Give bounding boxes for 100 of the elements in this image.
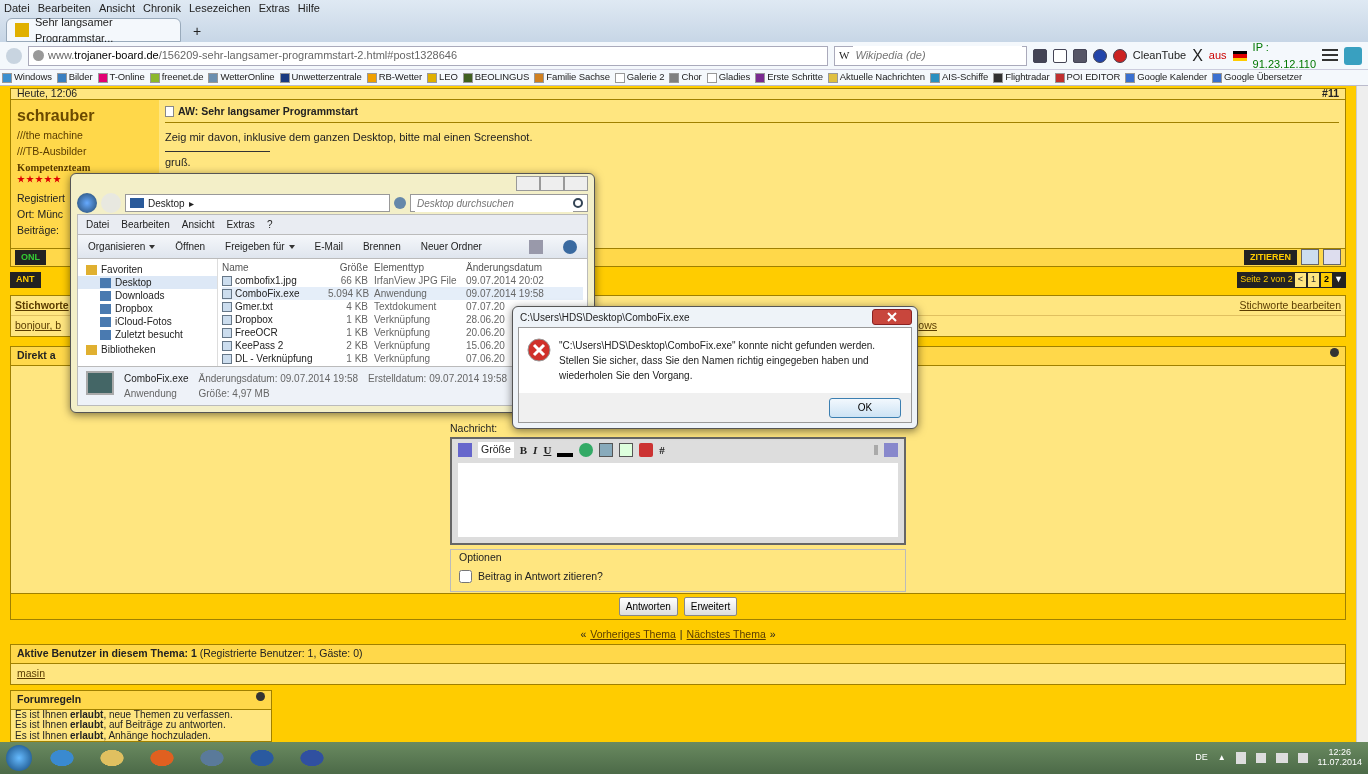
format-button[interactable]: B xyxy=(519,441,528,458)
page-link[interactable]: < xyxy=(1294,273,1307,287)
bookmark[interactable]: Google Übersetzer xyxy=(1212,70,1303,85)
column-header[interactable]: Größe xyxy=(328,261,368,274)
message-editor[interactable]: Größe B I U # xyxy=(450,436,906,545)
tray-expand-button[interactable]: ▲ xyxy=(1217,752,1226,764)
tags-link[interactable]: Stichworte xyxy=(15,297,69,314)
new-tab-button[interactable]: + xyxy=(187,21,208,42)
menu-item[interactable]: Ansicht xyxy=(98,0,135,17)
file-size: 4 KB xyxy=(345,300,368,313)
menu-item[interactable]: Ansicht xyxy=(181,217,215,232)
bookmark[interactable]: Gladies xyxy=(706,70,751,85)
nav-item[interactable]: Dropbox xyxy=(78,302,217,315)
detail-text: Größe: 4,97 MB xyxy=(198,387,271,401)
form-button[interactable]: Erweitert xyxy=(683,596,738,616)
nav-item[interactable]: Favoriten xyxy=(78,263,217,276)
menu-item[interactable]: Bearbeiten xyxy=(121,217,170,232)
bookmark[interactable]: Familie Sachse xyxy=(534,70,610,85)
post-date: Heute, 12:06 xyxy=(17,86,78,102)
menu-item[interactable]: ? xyxy=(266,217,273,232)
post-number[interactable]: #11 xyxy=(1322,86,1339,102)
bookmark[interactable]: Bilder xyxy=(56,70,93,85)
prev-thread-link[interactable]: Vorheriges Thema xyxy=(590,626,676,643)
bookmark[interactable]: Chor xyxy=(669,70,702,85)
scrollbar[interactable] xyxy=(1356,86,1368,742)
language-indicator[interactable]: DE xyxy=(1195,751,1208,765)
clock[interactable]: 12:26 11.07.2014 xyxy=(1317,748,1362,768)
quote-checkbox[interactable] xyxy=(459,570,472,584)
username[interactable]: schrauber xyxy=(17,104,95,128)
menu-item[interactable]: Datei xyxy=(4,0,30,17)
page-menu-button[interactable]: ▼ xyxy=(1334,273,1343,287)
bookmark[interactable]: BEOLINGUS xyxy=(462,70,530,85)
toolbar-button[interactable]: Organisieren xyxy=(88,239,156,254)
column-header[interactable]: Elementtyp xyxy=(374,261,460,274)
toolbar-link[interactable]: CleanTube xyxy=(1132,47,1187,64)
bookmark[interactable]: T-Online xyxy=(97,70,145,85)
explorer-search-field[interactable]: Desktop durchsuchen xyxy=(410,194,588,212)
form-button[interactable]: Antworten xyxy=(618,596,678,616)
bookmark[interactable]: Erste Schritte xyxy=(755,70,823,85)
menu-item[interactable]: Datei xyxy=(86,217,110,232)
tag-link[interactable]: bonjour, b xyxy=(15,318,62,334)
menu-item[interactable]: Extras xyxy=(226,217,255,232)
status-text: aus xyxy=(1208,48,1227,64)
bookmark[interactable]: Windows xyxy=(2,70,52,85)
close-button[interactable] xyxy=(872,309,912,325)
menu-item[interactable]: Extras xyxy=(258,0,290,17)
bookmark[interactable]: Flightradar xyxy=(993,70,1050,85)
bookmark[interactable]: RB-Wetter xyxy=(366,70,422,85)
back-button[interactable] xyxy=(77,193,97,213)
bookmark[interactable]: POI EDITOR xyxy=(1054,70,1121,85)
menu-item[interactable]: Hilfe xyxy=(297,0,320,17)
bookmark[interactable]: Unwetterzentrale xyxy=(279,70,362,85)
file-row[interactable]: ComboFix.exe 5.094 KB Anwendung 09.07.2014 19:58 xyxy=(222,287,583,300)
toolbar-button[interactable]: Freigeben für xyxy=(225,239,295,254)
bookmark[interactable]: WetterOnline xyxy=(208,70,275,85)
nav-item[interactable]: Downloads xyxy=(78,289,217,302)
page-link[interactable]: 1 xyxy=(1308,273,1320,287)
bookmark[interactable]: Aktuelle Nachrichten xyxy=(827,70,925,85)
bookmark[interactable]: Google Kalender xyxy=(1125,70,1208,85)
nav-item[interactable]: Zuletzt besucht xyxy=(78,328,217,341)
tag-link[interactable]: ows xyxy=(918,318,937,334)
bookmark[interactable]: LEO xyxy=(427,70,458,85)
maximize-button[interactable] xyxy=(540,176,564,191)
quote-button[interactable]: ZITIEREN xyxy=(1244,249,1297,266)
column-header[interactable]: Änderungsdatum xyxy=(466,261,546,274)
hashtag-button[interactable]: # xyxy=(659,441,665,458)
address-bar[interactable]: www.trojaner-board.de/156209-sehr-langsamer-programmstart-2.html#post1328646 xyxy=(28,45,828,66)
next-thread-link[interactable]: Nächstes Thema xyxy=(686,626,766,643)
menu-item[interactable]: Bearbeiten xyxy=(37,0,91,17)
nav-item[interactable]: Desktop xyxy=(78,276,217,289)
edit-tags-link[interactable]: Stichworte bearbeiten xyxy=(1239,297,1341,314)
start-button[interactable] xyxy=(6,745,32,771)
nav-item[interactable]: iCloud-Fotos xyxy=(78,315,217,328)
online-button[interactable]: ONL xyxy=(15,249,46,266)
search-field[interactable]: W Wikipedia (de) xyxy=(834,45,1027,66)
toolbar-button[interactable]: Brennen xyxy=(362,239,401,254)
menu-item[interactable]: Chronik xyxy=(143,0,181,17)
menu-item[interactable]: Lesezeichen xyxy=(188,0,251,17)
bookmark[interactable]: AIS-Schiffe xyxy=(929,70,989,85)
ok-button[interactable]: OK xyxy=(829,397,901,418)
bookmark[interactable]: freenet.de xyxy=(149,70,204,85)
message-input[interactable] xyxy=(458,463,898,537)
file-row[interactable]: combofix1.jpg 66 KB IrfanView JPG File 09.07.2014 20:02 xyxy=(222,274,583,287)
size-select[interactable]: Größe xyxy=(478,441,514,458)
format-button[interactable]: U xyxy=(543,441,552,458)
toolbar-button[interactable]: Neuer Ordner xyxy=(420,239,482,254)
user-info: Beiträge: xyxy=(17,222,61,238)
address-field[interactable]: Desktop ▸ xyxy=(125,194,390,212)
bookmark[interactable]: Galerie 2 xyxy=(614,70,665,85)
toolbar-button[interactable]: X xyxy=(1192,43,1203,68)
page-link[interactable]: 2 xyxy=(1321,273,1333,287)
toolbar-button[interactable]: Öffnen xyxy=(175,239,206,254)
column-header[interactable]: Name xyxy=(222,261,322,274)
browser-tab[interactable]: Sehr langsamer Programmstar... xyxy=(6,18,181,42)
nav-item[interactable]: Bibliotheken xyxy=(78,343,217,356)
reply-button[interactable]: ANT xyxy=(10,272,41,288)
user-link[interactable]: masin xyxy=(17,667,45,679)
minimize-button[interactable] xyxy=(516,176,540,191)
format-button[interactable]: I xyxy=(533,441,538,458)
toolbar-button[interactable]: E-Mail xyxy=(314,239,343,254)
